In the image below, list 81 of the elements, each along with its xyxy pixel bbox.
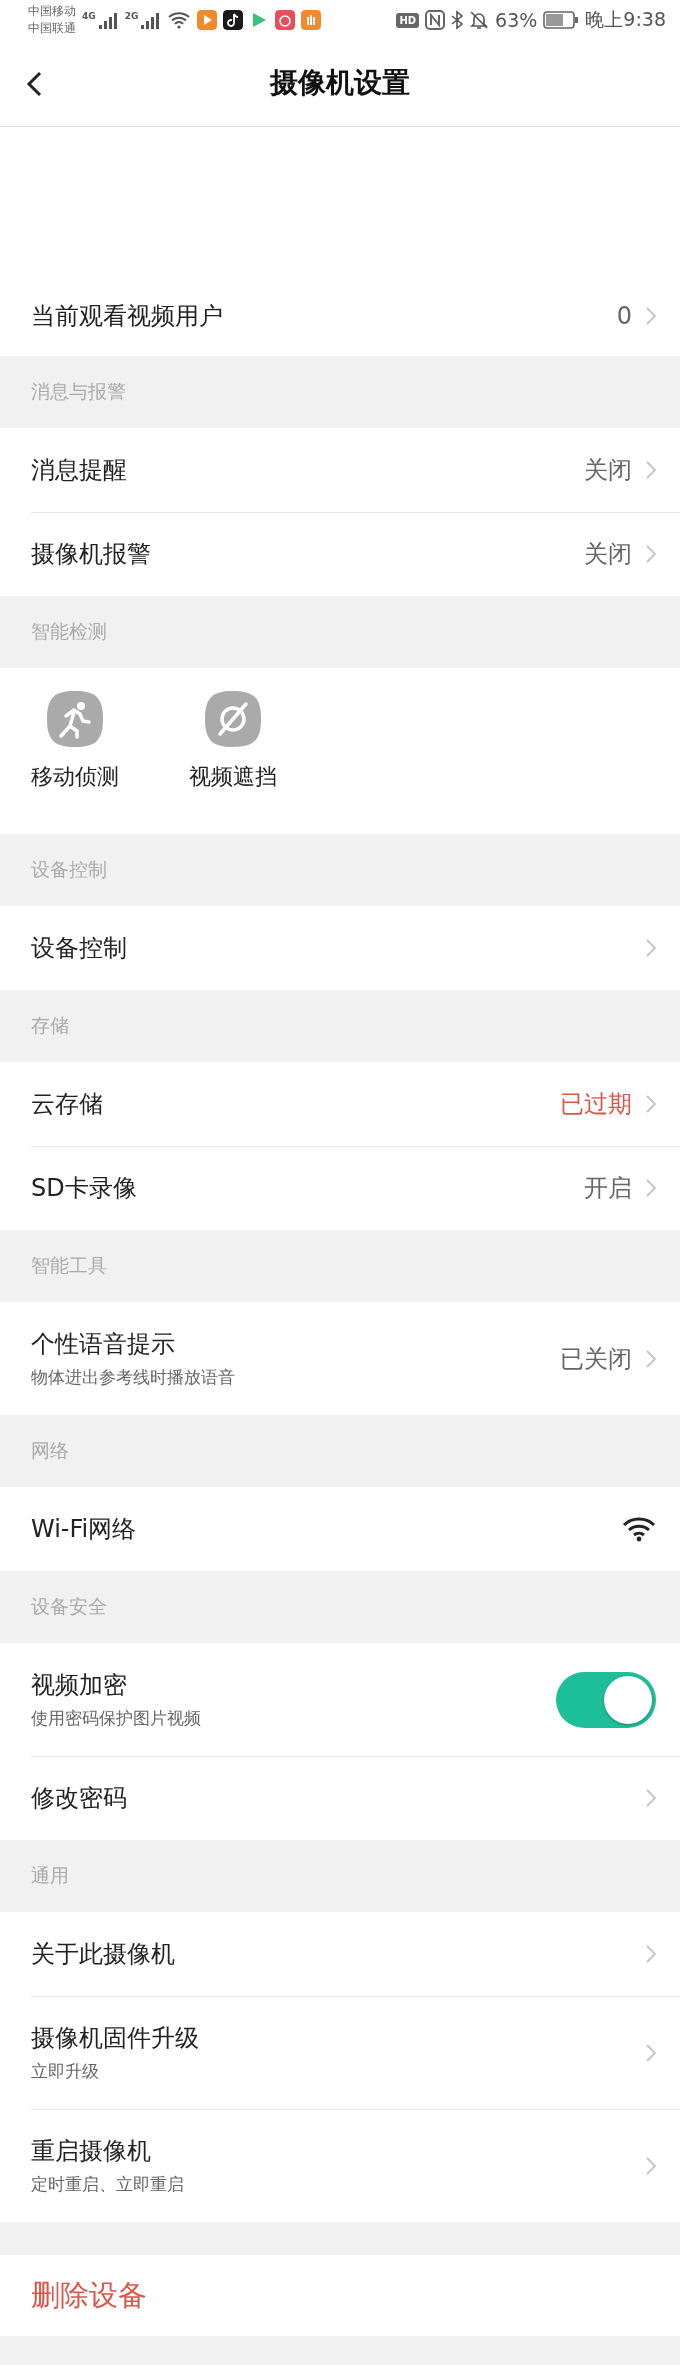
chevron-icon bbox=[646, 1789, 656, 1807]
row-value: 已过期 bbox=[560, 1089, 632, 1120]
back-icon[interactable] bbox=[26, 71, 42, 97]
signal-icon bbox=[96, 11, 119, 29]
bluetooth-icon bbox=[451, 10, 464, 30]
row-label: 修改密码 bbox=[31, 1783, 128, 1814]
row-subtitle: 定时重启、立即重启 bbox=[31, 2173, 185, 2196]
page-title: 摄像机设置 bbox=[270, 65, 410, 101]
settings-row[interactable]: 摄像机报警 关闭 bbox=[0, 512, 680, 596]
row-label: 消息提醒 bbox=[31, 455, 128, 486]
row-label: 设备控制 bbox=[31, 933, 128, 964]
settings-row[interactable]: 云存储 已过期 bbox=[0, 1062, 680, 1146]
wifi-icon bbox=[167, 11, 192, 29]
section-header: 网络 bbox=[31, 1438, 69, 1463]
settings-row[interactable]: 个性语音提示 物体进出参考线时播放语音 已关闭 bbox=[0, 1302, 680, 1415]
network-type: 2G bbox=[124, 11, 139, 21]
delete-button[interactable]: 删除设备 bbox=[31, 2275, 147, 2316]
settings-row[interactable]: 关于此摄像机 bbox=[0, 1912, 680, 1996]
section-header: 通用 bbox=[31, 1863, 69, 1888]
battery-percent: 63% bbox=[495, 9, 538, 31]
row-label: 摄像机固件升级 bbox=[31, 2023, 200, 2054]
battery-icon bbox=[543, 11, 580, 29]
row-label: 个性语音提示 bbox=[31, 1329, 176, 1360]
section-header: 设备安全 bbox=[31, 1594, 107, 1619]
row-value: 关闭 bbox=[584, 455, 632, 486]
carrier-name: 中国移动 bbox=[28, 3, 76, 20]
app-icon bbox=[197, 10, 218, 30]
settings-row[interactable]: 修改密码 bbox=[0, 1756, 680, 1840]
chevron-icon bbox=[646, 939, 656, 957]
row-label: 视频加密 bbox=[31, 1670, 128, 1701]
chevron-icon bbox=[646, 1179, 656, 1197]
settings-row[interactable]: Wi-Fi网络 bbox=[0, 1487, 680, 1571]
settings-row[interactable]: 重启摄像机 定时重启、立即重启 bbox=[0, 2109, 680, 2222]
running-person-icon bbox=[46, 690, 104, 748]
carrier-name: 中国联通 bbox=[28, 20, 76, 37]
row-label: Wi-Fi网络 bbox=[31, 1514, 138, 1545]
settings-row[interactable]: 当前观看视频用户 0 bbox=[0, 276, 680, 356]
app-icon bbox=[223, 10, 244, 30]
hd-badge: HD bbox=[396, 12, 420, 28]
row-subtitle: 使用密码保护图片视频 bbox=[31, 1707, 202, 1730]
row-value: 开启 bbox=[584, 1173, 632, 1204]
row-label: SD卡录像 bbox=[31, 1173, 138, 1204]
blocked-view-icon bbox=[204, 690, 262, 748]
row-value: 关闭 bbox=[584, 539, 632, 570]
row-label: 关于此摄像机 bbox=[31, 1939, 176, 1970]
chevron-icon bbox=[646, 1095, 656, 1113]
signal-icon bbox=[139, 11, 162, 29]
settings-row[interactable]: 摄像机固件升级 立即升级 bbox=[0, 1996, 680, 2109]
mute-bell-icon bbox=[469, 10, 490, 30]
section-header: 智能检测 bbox=[31, 619, 107, 644]
feature-button[interactable]: 移动侦测 bbox=[31, 690, 119, 834]
chevron-icon bbox=[646, 2156, 656, 2175]
section-header: 消息与报警 bbox=[31, 379, 126, 404]
settings-row[interactable]: 消息提醒 关闭 bbox=[0, 428, 680, 512]
section-header: 智能工具 bbox=[31, 1253, 107, 1278]
settings-row[interactable]: SD卡录像 开启 bbox=[0, 1146, 680, 1230]
section-header: 存储 bbox=[31, 1013, 69, 1038]
nfc-icon bbox=[425, 10, 446, 30]
chevron-icon bbox=[646, 307, 656, 325]
app-icon bbox=[275, 10, 296, 30]
row-label: 摄像机报警 bbox=[31, 539, 152, 570]
row-label: 当前观看视频用户 bbox=[31, 301, 224, 332]
row-value: 0 bbox=[616, 302, 632, 330]
chevron-icon bbox=[646, 1349, 656, 1368]
chevron-icon bbox=[646, 545, 656, 563]
app-icon bbox=[301, 10, 322, 30]
row-subtitle: 立即升级 bbox=[31, 2060, 100, 2083]
chevron-icon bbox=[646, 1945, 656, 1963]
row-subtitle: 物体进出参考线时播放语音 bbox=[31, 1366, 236, 1389]
row-label: 重启摄像机 bbox=[31, 2136, 152, 2167]
network-type: 4G bbox=[82, 11, 96, 21]
chevron-icon bbox=[646, 461, 656, 479]
row-label: 云存储 bbox=[31, 1089, 104, 1120]
feature-button[interactable]: 视频遮挡 bbox=[189, 690, 277, 834]
row-value: 已关闭 bbox=[560, 1343, 632, 1375]
chevron-icon bbox=[646, 2043, 656, 2062]
clock: 晚上9:38 bbox=[585, 7, 666, 32]
settings-row[interactable]: 视频加密 使用密码保护图片视频 bbox=[0, 1643, 680, 1756]
wifi-icon bbox=[622, 1516, 656, 1542]
section-header: 设备控制 bbox=[31, 857, 107, 882]
settings-row[interactable]: 设备控制 bbox=[0, 906, 680, 990]
